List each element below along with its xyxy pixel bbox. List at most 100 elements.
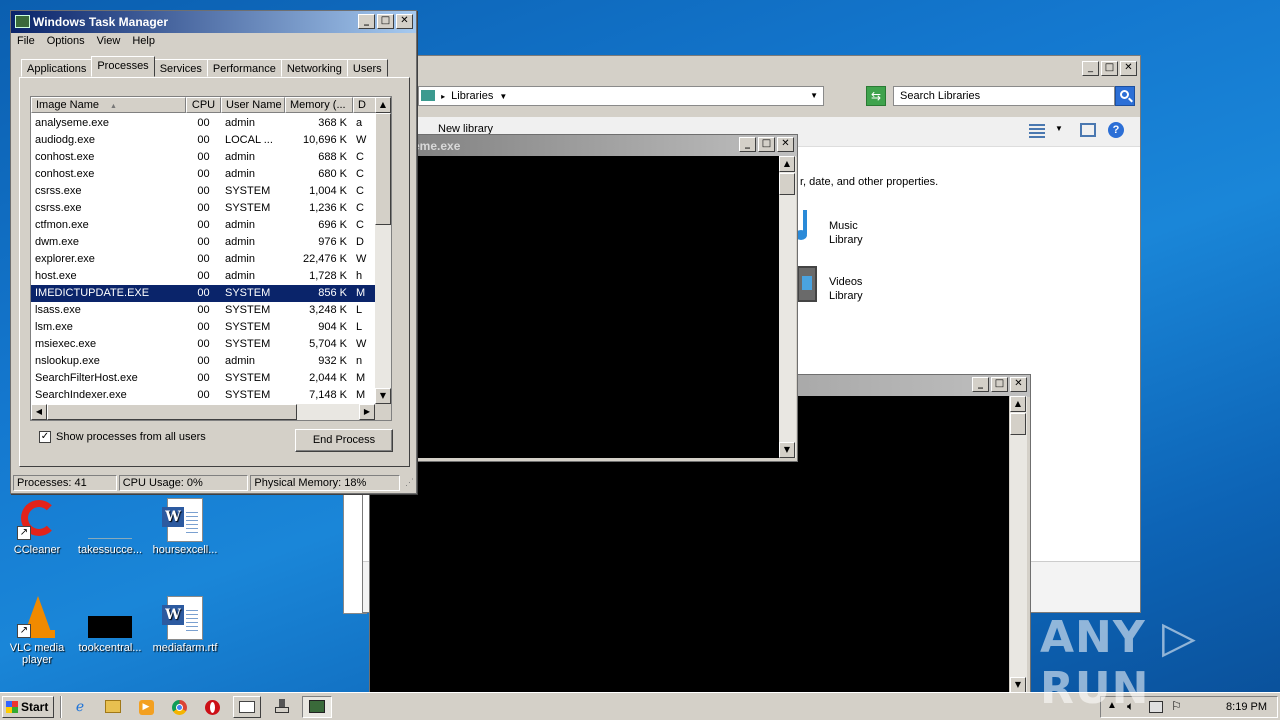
show-all-processes-checkbox[interactable]: ✓ <box>39 431 51 443</box>
menu-help[interactable]: Help <box>132 35 155 47</box>
close-button[interactable]: ✕ <box>1010 377 1027 392</box>
refresh-button[interactable]: ⇆ <box>866 86 886 106</box>
column-memory[interactable]: Memory (... <box>285 97 353 113</box>
desktop-icon-mediafarm[interactable]: W mediafarm.rtf <box>150 596 220 654</box>
process-row[interactable]: nslookup.exe 00 admin 932 K n <box>31 353 376 370</box>
task-manager-title-bar[interactable]: Windows Task Manager _ □ ✕ <box>11 11 416 33</box>
help-icon[interactable]: ? <box>1108 122 1124 138</box>
column-description[interactable]: D <box>353 97 376 113</box>
scroll-left-button[interactable]: ◀ <box>31 404 47 420</box>
horizontal-scrollbar[interactable]: ◀ ▶ <box>31 404 375 420</box>
process-row[interactable]: analyseme.exe 00 admin 368 K a <box>31 115 376 132</box>
process-row[interactable]: conhost.exe 00 admin 688 K C <box>31 149 376 166</box>
view-options-icon[interactable] <box>1029 124 1045 138</box>
videos-library-icon[interactable] <box>795 266 821 304</box>
scroll-thumb[interactable] <box>375 113 391 225</box>
show-all-processes-label[interactable]: Show processes from all users <box>56 431 206 443</box>
music-library-icon[interactable] <box>795 208 821 246</box>
search-icon[interactable] <box>1115 86 1135 106</box>
vertical-scrollbar[interactable]: ▲ ▼ <box>779 156 796 458</box>
close-button[interactable]: ✕ <box>777 137 794 152</box>
console-window-analyseme[interactable]: eme.exe _ □ ✕ ▲ ▼ <box>398 134 798 462</box>
minimize-button[interactable]: _ <box>739 137 756 152</box>
vertical-scrollbar[interactable]: ▲ ▼ <box>1010 396 1027 693</box>
preview-pane-icon[interactable] <box>1080 123 1096 137</box>
tab-processes[interactable]: Processes <box>91 56 155 77</box>
maximize-button[interactable]: □ <box>1101 61 1118 76</box>
console-title-bar[interactable]: eme.exe _ □ ✕ <box>399 135 797 157</box>
tab-users[interactable]: Users <box>346 59 388 77</box>
minimize-button[interactable]: _ <box>358 14 375 29</box>
start-button[interactable]: Start <box>2 696 54 718</box>
tab-performance[interactable]: Performance <box>206 59 282 77</box>
process-row[interactable]: ctfmon.exe 00 admin 696 K C <box>31 217 376 234</box>
vertical-scrollbar[interactable]: ▲ ▼ <box>375 97 391 404</box>
process-row[interactable]: lsm.exe 00 SYSTEM 904 K L <box>31 319 376 336</box>
menu-view[interactable]: View <box>97 35 121 47</box>
task-manager-taskbar-button[interactable] <box>302 696 332 718</box>
breadcrumb-libraries[interactable]: Libraries <box>451 90 493 102</box>
internet-explorer-icon[interactable]: ℯ <box>68 696 92 718</box>
minimize-button[interactable]: _ <box>972 377 989 392</box>
taskbar-app-button[interactable] <box>233 696 261 718</box>
close-button[interactable]: ✕ <box>1120 61 1137 76</box>
process-row[interactable]: SearchIndexer.exe 00 SYSTEM 7,148 K M <box>31 387 376 404</box>
opera-icon[interactable] <box>200 696 224 718</box>
desktop-icon-takessucce[interactable]: takessucce... <box>75 498 145 556</box>
process-row[interactable]: dwm.exe 00 admin 976 K D <box>31 234 376 251</box>
process-row[interactable]: csrss.exe 00 SYSTEM 1,004 K C <box>31 183 376 200</box>
desktop-icon-hoursexcell[interactable]: W hoursexcell... <box>150 498 220 556</box>
view-dropdown-icon[interactable]: ▼ <box>1055 124 1063 133</box>
process-row[interactable]: IMEDICTUPDATE.EXE 00 SYSTEM 856 K M <box>31 285 376 302</box>
breadcrumb-dropdown-icon[interactable]: ▼ <box>499 92 507 101</box>
scroll-up-button[interactable]: ▲ <box>375 97 391 113</box>
tab-applications[interactable]: Applications <box>21 59 93 77</box>
resize-grip-icon[interactable]: ⋰ <box>402 475 414 491</box>
music-library[interactable]: Music Library <box>829 219 863 247</box>
maximize-button[interactable]: □ <box>377 14 394 29</box>
process-row[interactable]: explorer.exe 00 admin 22,476 K W <box>31 251 376 268</box>
desktop-icon-tookcentral[interactable]: tookcentral... <box>75 596 145 654</box>
scroll-down-button[interactable]: ▼ <box>375 388 391 404</box>
scroll-thumb[interactable] <box>779 173 795 195</box>
file-explorer-icon[interactable] <box>101 696 125 718</box>
process-row[interactable]: csrss.exe 00 SYSTEM 1,236 K C <box>31 200 376 217</box>
process-row[interactable]: conhost.exe 00 admin 680 K C <box>31 166 376 183</box>
minimize-button[interactable]: _ <box>1082 61 1099 76</box>
column-image-name[interactable]: Image Name ▲ <box>31 97 186 113</box>
network-tool-icon[interactable] <box>270 696 294 718</box>
videos-library[interactable]: Videos Library <box>829 275 863 303</box>
scroll-thumb[interactable] <box>1010 413 1026 435</box>
desktop-icon-vlc[interactable]: ↗ VLC media player <box>2 596 72 666</box>
close-button[interactable]: ✕ <box>396 14 413 29</box>
tab-services[interactable]: Services <box>153 59 208 77</box>
scroll-down-button[interactable]: ▼ <box>1010 677 1026 693</box>
process-row[interactable]: audiodg.exe 00 LOCAL ... 10,696 K W <box>31 132 376 149</box>
console-output-area[interactable] <box>418 156 779 458</box>
process-row[interactable]: host.exe 00 admin 1,728 K h <box>31 268 376 285</box>
task-manager-window[interactable]: Windows Task Manager _ □ ✕ File Options … <box>10 10 417 494</box>
tab-networking[interactable]: Networking <box>280 59 348 77</box>
menu-file[interactable]: File <box>17 35 35 47</box>
search-input[interactable]: Search Libraries <box>893 86 1115 106</box>
process-row[interactable]: SearchFilterHost.exe 00 SYSTEM 2,044 K M <box>31 370 376 387</box>
scroll-up-button[interactable]: ▲ <box>1010 396 1026 412</box>
scroll-thumb[interactable] <box>47 404 297 420</box>
process-row[interactable]: lsass.exe 00 SYSTEM 3,248 K L <box>31 302 376 319</box>
address-bar[interactable]: ▸ Libraries ▼ ▼ <box>418 86 824 106</box>
scroll-right-button[interactable]: ▶ <box>359 404 375 420</box>
address-dropdown-icon[interactable]: ▼ <box>810 87 818 105</box>
breadcrumb-arrow-icon[interactable]: ▸ <box>441 92 445 101</box>
maximize-button[interactable]: □ <box>758 137 775 152</box>
maximize-button[interactable]: □ <box>991 377 1008 392</box>
column-cpu[interactable]: CPU <box>186 97 221 113</box>
scroll-down-button[interactable]: ▼ <box>779 442 795 458</box>
process-list[interactable]: Image Name ▲ CPU User Name Memory (... D… <box>30 96 392 421</box>
chrome-icon[interactable] <box>167 696 191 718</box>
menu-options[interactable]: Options <box>47 35 85 47</box>
desktop-icon-ccleaner[interactable]: ↗ CCleaner <box>2 498 72 556</box>
process-row[interactable]: msiexec.exe 00 SYSTEM 5,704 K W <box>31 336 376 353</box>
column-user-name[interactable]: User Name <box>221 97 285 113</box>
end-process-button[interactable]: End Process <box>295 429 393 452</box>
scroll-up-button[interactable]: ▲ <box>779 156 795 172</box>
